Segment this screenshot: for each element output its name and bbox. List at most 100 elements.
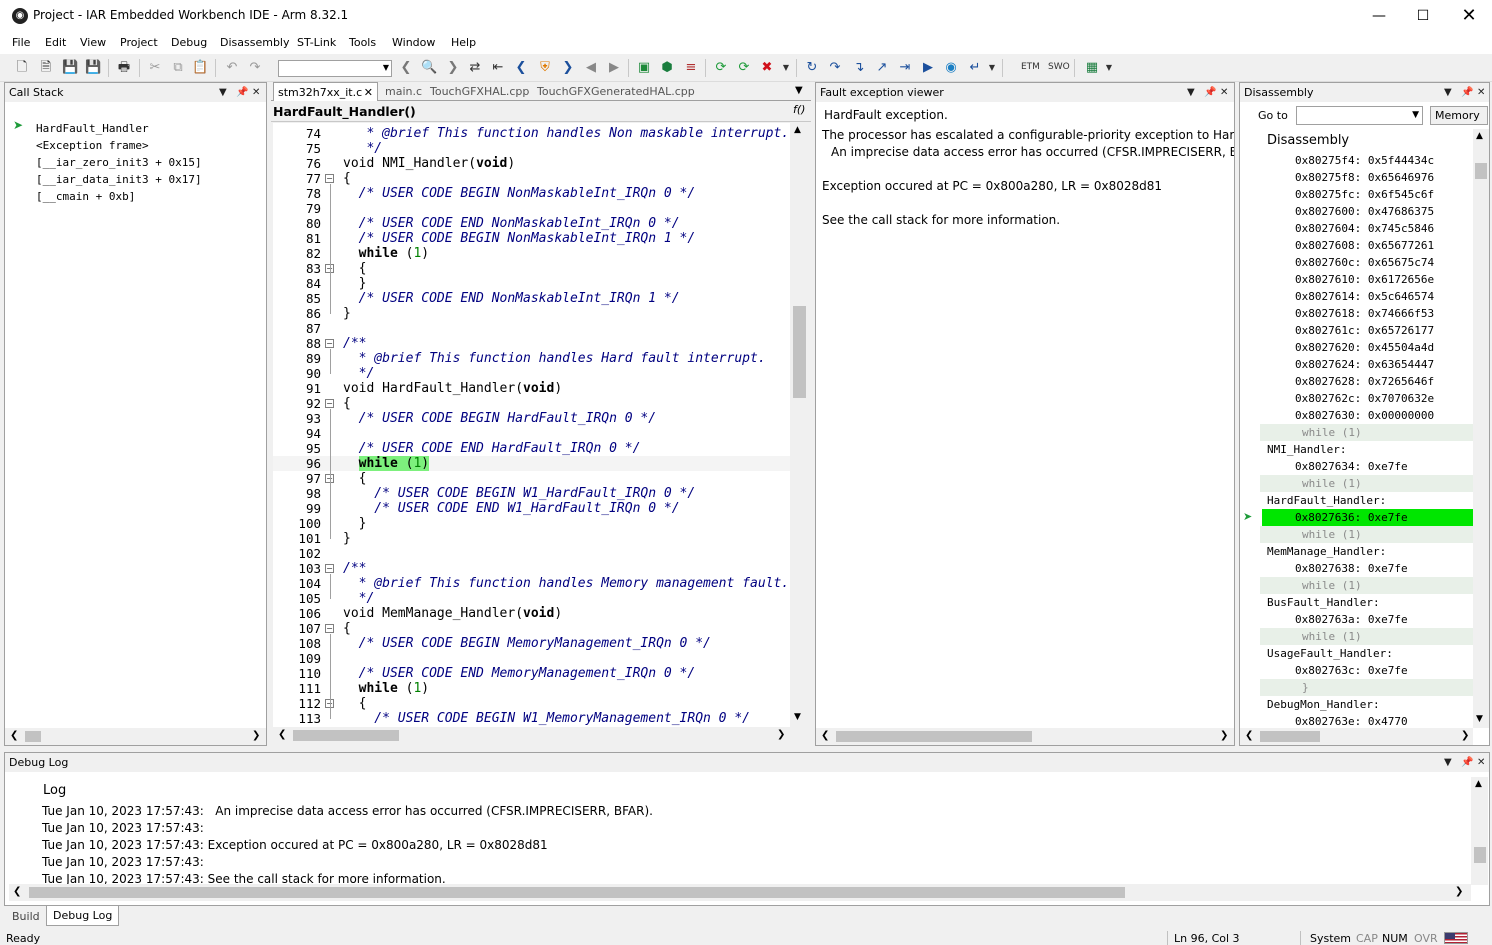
code-line[interactable]: 99 /* USER CODE END W1_HardFault_IRQn 0 … [273,501,790,516]
menu-disassembly[interactable]: Disassembly [220,36,290,49]
etm-button[interactable]: ETM [1021,62,1040,72]
chevron-down-icon[interactable]: ▼ [1444,753,1452,772]
navigate-back-icon[interactable]: ◀ [583,60,599,76]
code-line[interactable]: 103−/** [273,561,790,576]
code-line[interactable]: 113 /* USER CODE BEGIN W1_MemoryManageme… [273,711,790,726]
disassembly-instruction[interactable]: 0x8027618: 0x74666f53 [1240,305,1472,322]
close-icon[interactable]: ✕ [1220,83,1228,102]
redo-icon[interactable]: ↷ [247,60,263,76]
code-line[interactable]: 109 [273,651,790,666]
scroll-up-icon[interactable]: ▲ [1475,779,1482,789]
disassembly-instruction[interactable]: 0x8027620: 0x45504a4d [1240,339,1472,356]
close-icon[interactable]: ✕ [1477,753,1485,772]
disassembly-instruction[interactable]: 0x8027624: 0x63654447 [1240,356,1472,373]
goto-icon[interactable]: ⇤ [490,60,506,76]
code-line[interactable]: 96 while (1) [273,456,790,471]
debug-without-download-icon[interactable]: ⟳ [736,60,752,76]
tab-main-c[interactable]: main.c [381,82,426,101]
fold-toggle-icon[interactable]: − [325,339,334,348]
close-icon[interactable]: ✕ [252,83,260,102]
paste-icon[interactable]: 📋 [192,60,208,76]
code-line[interactable]: 95 /* USER CODE END HardFault_IRQn 0 */ [273,441,790,456]
horizontal-scrollbar[interactable]: ❮ ❯ [816,728,1234,745]
scroll-right-icon[interactable]: ❯ [1455,886,1463,897]
stop-build-icon[interactable]: ≡ [683,60,699,76]
find-next-icon[interactable]: ❯ [445,60,461,76]
chevron-down-icon[interactable]: ▼ [988,60,996,76]
reset-icon[interactable]: ↻ [804,60,820,76]
disassembly-source-line[interactable]: while (1) [1260,424,1473,441]
next-bookmark-icon[interactable]: ❯ [560,60,576,76]
code-line[interactable]: 110 /* USER CODE END MemoryManagement_IR… [273,666,790,681]
scroll-left-icon[interactable]: ❮ [1245,730,1253,741]
disassembly-source-line[interactable]: while (1) [1260,475,1473,492]
scrollbar-thumb[interactable] [1475,163,1487,179]
code-line[interactable]: 83− { [273,261,790,276]
call-stack-item[interactable]: <Exception frame> [36,139,149,152]
code-line[interactable]: 94 [273,426,790,441]
make-icon[interactable]: ⬢ [659,60,675,76]
code-line[interactable]: 100 } [273,516,790,531]
scroll-right-icon[interactable]: ❯ [777,729,785,740]
bookmark-icon[interactable]: ⛨ [537,60,553,76]
code-line[interactable]: 91 void HardFault_Handler(void) [273,381,790,396]
disassembly-instruction[interactable]: 0x802760c: 0x65675c74 [1240,254,1472,271]
previous-bookmark-icon[interactable]: ❮ [513,60,529,76]
log-entry[interactable]: Tue Jan 10, 2023 17:57:43: [42,821,204,835]
call-stack-item[interactable]: [__iar_data_init3 + 0x17] [36,173,202,186]
code-line[interactable]: 108 /* USER CODE BEGIN MemoryManagement_… [273,636,790,651]
compile-icon[interactable]: ▣ [636,60,652,76]
replace-icon[interactable]: ⇄ [467,60,483,76]
code-line[interactable]: 88−/** [273,336,790,351]
menu-tools[interactable]: Tools [349,36,376,49]
menu-view[interactable]: View [80,36,106,49]
menu-project[interactable]: Project [120,36,158,49]
horizontal-scrollbar[interactable]: ❮ ❯ [5,728,266,745]
disassembly-instruction[interactable]: 0x802763c: 0xe7fe [1240,662,1472,679]
code-line[interactable]: 79 [273,201,790,216]
call-stack-item[interactable]: [__cmain + 0xb] [36,190,135,203]
step-over-icon[interactable]: ↷ [827,60,843,76]
scroll-down-icon[interactable]: ▼ [1476,714,1483,724]
scrollbar-thumb[interactable] [1260,731,1320,742]
chevron-down-icon[interactable]: ▼ [1444,83,1452,102]
disassembly-view[interactable]: Disassembly 0x80275f4: 0x5f44434c 0x80275… [1240,129,1473,728]
scrollbar-thumb[interactable] [293,730,399,741]
menu-window[interactable]: Window [392,36,435,49]
search-icon[interactable]: 🔍 [421,60,437,76]
code-line[interactable]: 84 } [273,276,790,291]
code-line[interactable]: 74 * @brief This function handles Non ma… [273,126,790,141]
keyboard-language-flag-icon[interactable] [1444,932,1468,944]
find-combo[interactable]: ▼ [278,60,392,77]
menu-file[interactable]: File [12,36,30,49]
find-previous-icon[interactable]: ❮ [398,60,414,76]
scroll-right-icon[interactable]: ❯ [1220,730,1228,741]
code-line[interactable]: 93 /* USER CODE BEGIN HardFault_IRQn 0 *… [273,411,790,426]
scrollbar-thumb[interactable] [1474,847,1486,863]
debug-log-list[interactable]: Log Tue Jan 10, 2023 17:57:43: An imprec… [9,777,1471,885]
code-line[interactable]: 102 [273,546,790,561]
scroll-left-icon[interactable]: ❮ [13,886,21,897]
navigate-forward-icon[interactable]: ▶ [606,60,622,76]
code-line[interactable]: 77−{ [273,171,790,186]
fold-toggle-icon[interactable]: − [325,564,334,573]
log-entry[interactable]: Tue Jan 10, 2023 17:57:43: Exception occ… [42,838,548,852]
code-line[interactable]: 85 /* USER CODE END NonMaskableInt_IRQn … [273,291,790,306]
vertical-scrollbar[interactable]: ▲ [1471,777,1488,885]
code-line[interactable]: 76 void NMI_Handler(void) [273,156,790,171]
disassembly-instruction[interactable]: 0x80275fc: 0x6f545c6f [1240,186,1472,203]
fold-toggle-icon[interactable]: − [325,174,334,183]
code-line[interactable]: 75 */ [273,141,790,156]
scroll-up-icon[interactable]: ▲ [1476,131,1483,141]
disassembly-label[interactable]: DebugMon_Handler: [1240,696,1472,713]
fold-toggle-icon[interactable]: − [325,399,334,408]
close-icon[interactable]: ✕ [364,83,373,102]
function-list-icon[interactable]: f() [793,103,805,116]
code-line[interactable]: 104 * @brief This function handles Memor… [273,576,790,591]
disassembly-label[interactable]: HardFault_Handler: [1240,492,1472,509]
scrollbar-thumb[interactable] [29,887,1125,898]
disassembly-instruction[interactable]: 0x8027604: 0x745c5846 [1240,220,1472,237]
print-icon[interactable]: 🖶 [116,60,132,76]
horizontal-scrollbar[interactable]: ❮ ❯ [9,884,1471,901]
code-line[interactable]: 98 /* USER CODE BEGIN W1_HardFault_IRQn … [273,486,790,501]
